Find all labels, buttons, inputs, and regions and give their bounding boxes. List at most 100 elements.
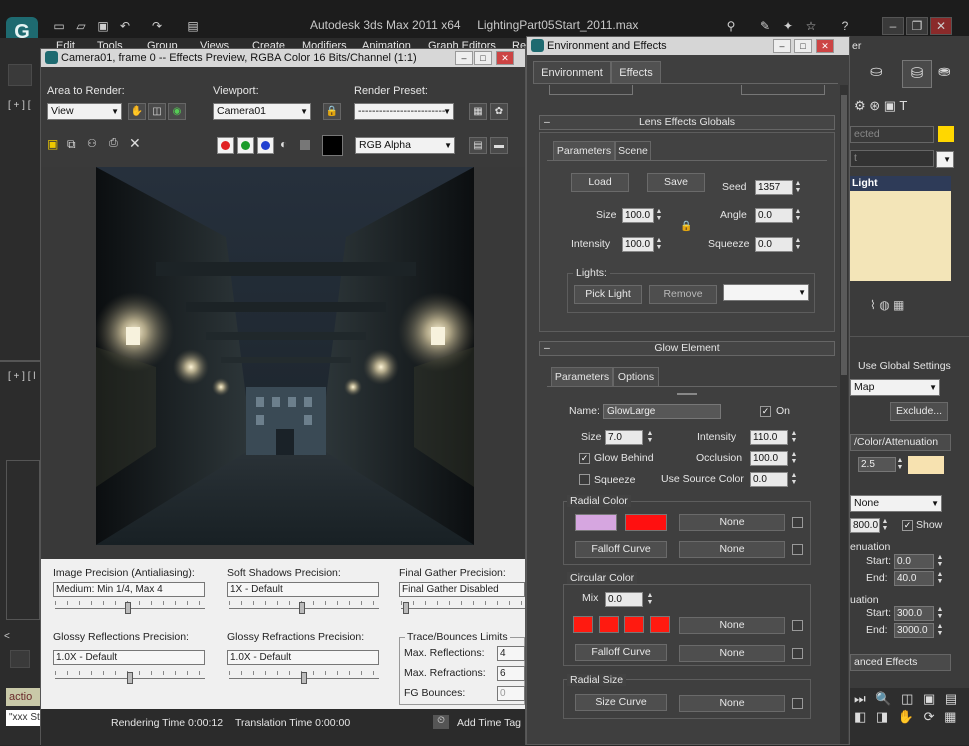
lens-tab-scene[interactable]: Scene bbox=[615, 141, 651, 160]
soft-shadows-field[interactable]: 1X - Default bbox=[227, 582, 379, 597]
rollout-drag-handle[interactable] bbox=[677, 393, 697, 395]
radial-size-map-checkbox[interactable] bbox=[792, 698, 803, 709]
squeeze-field[interactable]: 0.0 bbox=[755, 237, 793, 252]
channel-display-dropdown[interactable]: RGB Alpha ▼ bbox=[355, 137, 455, 154]
help-icon[interactable]: ? bbox=[836, 18, 854, 34]
multiplier-spinner[interactable]: ▲ ▼ bbox=[896, 457, 904, 472]
decay-type-dropdown[interactable]: None ▼ bbox=[850, 495, 942, 512]
circular-falloff-map-button[interactable]: None bbox=[679, 645, 785, 662]
alpha-channel-icon[interactable]: ◐ bbox=[280, 137, 294, 154]
decay-start-field[interactable]: 800.0 bbox=[850, 518, 880, 533]
glow-element-rollout-header[interactable]: – Glow Element bbox=[539, 341, 835, 356]
render-region-icon[interactable]: ◉ bbox=[168, 103, 186, 120]
advanced-effects-rollout[interactable]: anced Effects bbox=[850, 654, 951, 671]
search-binoculars-icon[interactable]: ⚲ bbox=[722, 18, 740, 34]
angle-field[interactable]: 0.0 bbox=[755, 208, 793, 223]
occlusion-spinner[interactable]: ▲ ▼ bbox=[790, 451, 798, 466]
env-maximize-button[interactable]: □ bbox=[794, 39, 812, 53]
glow-tab-options[interactable]: Options bbox=[613, 367, 659, 386]
new-file-icon[interactable]: ▭ bbox=[50, 18, 68, 34]
viewport-label-top[interactable]: [ + ] [ bbox=[8, 100, 31, 111]
save-file-icon[interactable]: ▣ bbox=[94, 18, 112, 34]
render-preset-dropdown[interactable]: ------------------------- ▼ bbox=[354, 103, 454, 120]
project-folder-icon[interactable]: ▤ bbox=[184, 18, 202, 34]
clear-icon[interactable]: ✕ bbox=[129, 135, 143, 151]
light-color-swatch[interactable] bbox=[908, 456, 944, 474]
env-scrollbar[interactable] bbox=[840, 85, 848, 744]
radial-color-swatch-2[interactable] bbox=[625, 514, 667, 531]
glow-name-field[interactable]: GlowLarge bbox=[603, 404, 721, 419]
remove-button[interactable]: Remove bbox=[649, 285, 717, 304]
glow-size-spinner[interactable]: ▲ ▼ bbox=[646, 430, 654, 445]
final-gather-slider[interactable] bbox=[401, 601, 525, 615]
save-button[interactable]: Save bbox=[647, 173, 705, 192]
final-gather-field[interactable]: Final Gather Disabled bbox=[399, 582, 525, 597]
far-end-spinner[interactable]: ▲ ▼ bbox=[936, 623, 944, 638]
radial-falloff-map-button[interactable]: None bbox=[679, 541, 785, 558]
menu-rendering[interactable]: Re bbox=[512, 40, 526, 48]
modifier-stack-icons[interactable]: ⌇ ◍ ▦ bbox=[850, 298, 969, 316]
squeeze-checkbox[interactable] bbox=[579, 474, 590, 485]
seed-field[interactable]: 1357 bbox=[755, 180, 793, 195]
circular-falloff-map-checkbox[interactable] bbox=[792, 648, 803, 659]
near-end-spinner[interactable]: ▲ ▼ bbox=[936, 571, 944, 586]
mix-field[interactable]: 0.0 bbox=[605, 592, 643, 607]
squeeze-spinner[interactable]: ▲ ▼ bbox=[794, 237, 802, 252]
radial-falloff-map-checkbox[interactable] bbox=[792, 544, 803, 555]
intensity-color-attenuation-rollout[interactable]: /Color/Attenuation bbox=[850, 434, 951, 451]
far-start-field[interactable]: 300.0 bbox=[894, 606, 934, 621]
fg-bounces-field[interactable]: 0 bbox=[497, 686, 525, 701]
near-start-field[interactable]: 0.0 bbox=[894, 554, 934, 569]
red-channel-button[interactable] bbox=[217, 137, 234, 154]
viewport-layout-icon[interactable] bbox=[10, 650, 30, 668]
save-image-icon[interactable]: ▣ bbox=[47, 137, 61, 151]
image-precision-slider[interactable] bbox=[55, 601, 205, 615]
viewport-label-bottom[interactable]: [ + ] [ l bbox=[8, 371, 36, 382]
restore-button[interactable]: ❐ bbox=[906, 17, 928, 35]
use-source-color-field[interactable]: 0.0 bbox=[750, 472, 788, 487]
glossy-refractions-slider[interactable] bbox=[229, 671, 379, 685]
menu-create[interactable]: Create bbox=[252, 40, 285, 48]
glow-tab-parameters[interactable]: Parameters bbox=[551, 367, 613, 386]
lens-globals-rollout-header[interactable]: – Lens Effects Globals bbox=[539, 115, 835, 130]
light-list[interactable] bbox=[850, 191, 951, 281]
light-list-item[interactable]: Light bbox=[850, 176, 951, 191]
tab-environment[interactable]: Environment bbox=[533, 61, 611, 83]
radial-color-map-button[interactable]: None bbox=[679, 514, 785, 531]
glow-on-checkbox[interactable]: ✓ bbox=[760, 406, 771, 417]
preview-maximize-button[interactable]: □ bbox=[474, 51, 492, 65]
select-link-icon[interactable] bbox=[8, 64, 32, 86]
menu-graph-editors[interactable]: Graph Editors bbox=[428, 40, 496, 48]
favorites-star-icon[interactable]: ☆ bbox=[802, 18, 820, 34]
soft-shadows-slider[interactable] bbox=[229, 601, 379, 615]
image-precision-field[interactable]: Medium: Min 1/4, Max 4 bbox=[53, 582, 205, 597]
glossy-reflections-slider[interactable] bbox=[55, 671, 205, 685]
max-reflections-field[interactable]: 4 bbox=[497, 646, 525, 661]
decay-start-spinner[interactable]: ▲ ▼ bbox=[881, 518, 889, 533]
viewport-dropdown[interactable]: Camera01 ▼ bbox=[213, 103, 311, 120]
circular-color-swatch-3[interactable] bbox=[624, 616, 644, 633]
copy-image-icon[interactable]: ⧉ bbox=[67, 137, 81, 151]
radial-color-map-checkbox[interactable] bbox=[792, 517, 803, 528]
pick-light-button[interactable]: Pick Light bbox=[574, 285, 642, 304]
circular-falloff-curve-button[interactable]: Falloff Curve bbox=[575, 644, 667, 661]
teapot-icon[interactable]: ⛀ bbox=[870, 62, 892, 84]
clone-window-icon[interactable]: ⚇ bbox=[87, 137, 103, 151]
glossy-refractions-field[interactable]: 1.0X - Default bbox=[227, 650, 379, 665]
glow-size-field[interactable]: 7.0 bbox=[605, 430, 643, 445]
help-tool-icon[interactable]: ✦ bbox=[779, 18, 797, 34]
lens-intensity-field[interactable]: 100.0 bbox=[622, 237, 654, 252]
radial-color-swatch-1[interactable] bbox=[575, 514, 617, 531]
radial-falloff-curve-button[interactable]: Falloff Curve bbox=[575, 541, 667, 558]
clipped-button-left[interactable] bbox=[549, 85, 633, 95]
menu-tools[interactable]: Tools bbox=[97, 40, 123, 48]
menu-edit[interactable]: Edit bbox=[56, 40, 75, 48]
menu-animation[interactable]: Animation bbox=[362, 40, 411, 48]
mix-spinner[interactable]: ▲ ▼ bbox=[646, 592, 654, 607]
menu-views[interactable]: Views bbox=[200, 40, 229, 48]
menu-modifiers[interactable]: Modifiers bbox=[302, 40, 347, 48]
circular-color-map-button[interactable]: None bbox=[679, 617, 785, 634]
render-setup-icon[interactable]: ▦ bbox=[469, 103, 487, 120]
navigation-controls[interactable]: ⏭ 🔍 ◫ ▣ ▤ ◧ ◨ ✋ ⟳ ▦ bbox=[850, 688, 969, 745]
preview-close-button[interactable]: ✕ bbox=[496, 51, 514, 65]
